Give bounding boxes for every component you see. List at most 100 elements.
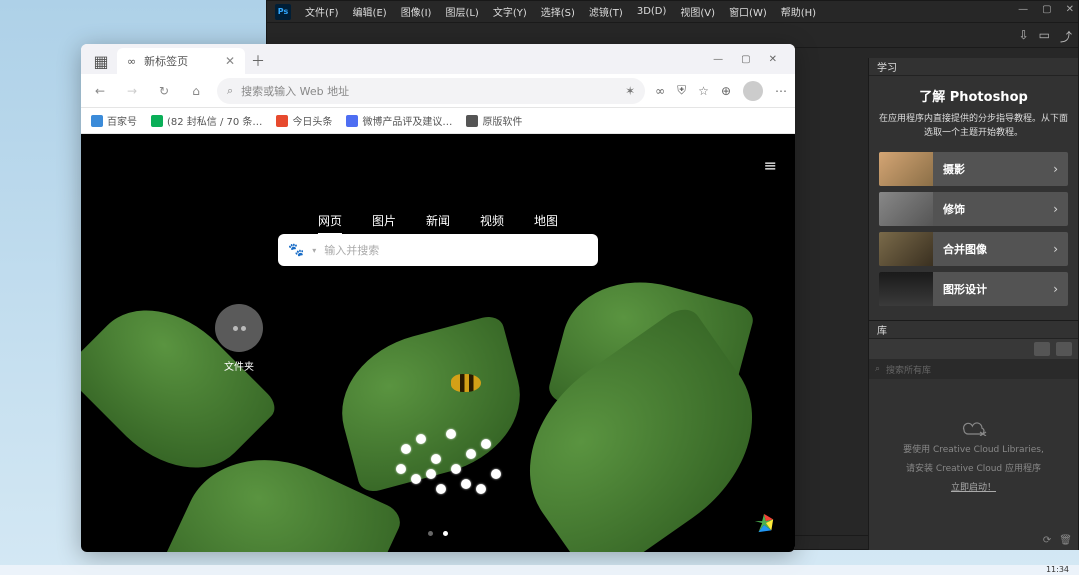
tutorial-retouch[interactable]: 修饰 › [879, 192, 1068, 226]
bookmark-item[interactable]: (82 封私信 / 70 条… [151, 113, 262, 128]
profile-avatar[interactable] [743, 81, 763, 101]
folder-icon [215, 304, 263, 352]
libraries-empty-state: 要使用 Creative Cloud Libraries, 请安装 Creati… [869, 379, 1078, 529]
menu-filter[interactable]: 滤镜(T) [589, 4, 623, 19]
learn-panel-body: 了解 Photoshop 在应用程序内直接提供的分步指导教程。从下面选取一个主题… [869, 76, 1078, 322]
page-dot [428, 531, 433, 536]
tutorial-thumb-icon [879, 232, 933, 266]
br-close-button[interactable]: ✕ [769, 54, 777, 65]
tab-close-button[interactable]: ✕ [225, 54, 235, 68]
speed-dial-folder[interactable]: 文件夹 [215, 304, 263, 373]
libraries-search[interactable]: ⌕ 搜索所有库 [869, 359, 1078, 379]
browser-content-newtab: ≡ 网页 图片 新闻 视频 地图 🐾 ▾ 输入并搜索 文件夹 [81, 134, 795, 552]
menu-window[interactable]: 窗口(W) [729, 4, 767, 19]
reload-button[interactable]: ↻ [153, 80, 175, 102]
libraries-panel-tab[interactable]: 库 [869, 321, 1078, 339]
search-tab-news[interactable]: 新闻 [426, 212, 450, 235]
menu-file[interactable]: 文件(F) [305, 4, 339, 19]
photoshop-logo-icon: Ps [275, 4, 291, 20]
toolbar-right-icons: ∞ ⛨ ☆ ⊕ ⋯ [655, 81, 787, 101]
tutorial-graphic-design[interactable]: 图形设计 › [879, 272, 1068, 306]
favorite-icon[interactable]: ☆ [698, 84, 709, 98]
bookmark-label: (82 封私信 / 70 条… [167, 113, 262, 128]
search-category-tabs: 网页 图片 新闻 视频 地图 [318, 212, 558, 235]
search-tab-video[interactable]: 视频 [480, 212, 504, 235]
ps-minimize-button[interactable]: — [1018, 4, 1028, 15]
bee-decoration [451, 374, 481, 392]
menu-image[interactable]: 图像(I) [401, 4, 432, 19]
windows-taskbar[interactable]: 11:34 [0, 565, 1079, 575]
menu-type[interactable]: 文字(Y) [493, 4, 527, 19]
lib-launch-link[interactable]: 立即启动！ [951, 480, 996, 493]
tutorial-composite[interactable]: 合并图像 › [879, 232, 1068, 266]
menu-layer[interactable]: 图层(L) [445, 4, 478, 19]
forward-button[interactable]: → [121, 80, 143, 102]
menu-view[interactable]: 视图(V) [680, 4, 715, 19]
learn-panel-tab[interactable]: 学习 [869, 58, 1078, 76]
libraries-panel: 库 ⌕ 搜索所有库 要使用 Creative Cloud Libraries, … [869, 320, 1078, 550]
lib-view-grid-button[interactable] [1034, 342, 1050, 356]
lib-sync-icon[interactable]: ⟳ [1043, 535, 1051, 546]
shield-icon[interactable]: ⛨ [677, 83, 686, 98]
bookmark-item[interactable]: 今日头条 [276, 113, 332, 128]
baidu-paw-icon: 🐾 [288, 243, 304, 258]
menu-3d[interactable]: 3D(D) [637, 6, 667, 17]
home-button[interactable]: ⌂ [185, 80, 207, 102]
learn-title: 了解 Photoshop [879, 86, 1068, 105]
chevron-right-icon: › [1043, 202, 1068, 216]
taskbar-system-tray[interactable]: 11:34 [1046, 565, 1069, 574]
search-placeholder: 输入并搜索 [324, 242, 379, 258]
pinwheel-icon[interactable] [753, 512, 775, 534]
workspace-icon[interactable]: ▭ [1039, 28, 1050, 45]
search-tab-web[interactable]: 网页 [318, 212, 342, 235]
cloud-offline-icon [960, 416, 988, 436]
wallpaper-image [81, 264, 795, 552]
more-menu-icon[interactable]: ⋯ [775, 84, 787, 98]
taskbar-clock[interactable]: 11:34 [1046, 565, 1069, 574]
ps-close-button[interactable]: ✕ [1066, 4, 1074, 15]
tutorial-thumb-icon [879, 152, 933, 186]
tutorial-label: 合并图像 [933, 241, 1043, 257]
bookmark-item[interactable]: 原版软件 [466, 113, 522, 128]
share-icon[interactable]: ⇩ [1019, 28, 1029, 45]
new-tab-button[interactable]: ＋ [245, 48, 271, 74]
bookmark-favicon-icon [466, 115, 478, 127]
br-maximize-button[interactable]: ▢ [741, 54, 750, 65]
back-button[interactable]: ← [89, 80, 111, 102]
chevron-right-icon: › [1043, 162, 1068, 176]
bookmark-label: 今日头条 [292, 113, 332, 128]
content-menu-icon[interactable]: ≡ [764, 156, 777, 175]
page-indicator[interactable] [428, 531, 448, 536]
search-tab-map[interactable]: 地图 [534, 212, 558, 235]
browser-tab-active[interactable]: ∞ 新标签页 ✕ [117, 48, 245, 74]
menu-edit[interactable]: 编辑(E) [353, 4, 387, 19]
menu-select[interactable]: 选择(S) [541, 4, 575, 19]
bookmark-favicon-icon [276, 115, 288, 127]
search-placeholder: 搜索所有库 [886, 363, 931, 376]
address-bar[interactable]: ⌕ 搜索或输入 Web 地址 ✶ [217, 78, 645, 104]
tutorial-photography[interactable]: 摄影 › [879, 152, 1068, 186]
infinity-icon[interactable]: ∞ [655, 84, 665, 98]
tutorial-label: 摄影 [933, 161, 1043, 177]
lib-view-list-button[interactable] [1056, 342, 1072, 356]
browser-tabbar: ▦ ∞ 新标签页 ✕ ＋ — ▢ ✕ [81, 44, 795, 74]
bookmark-label: 原版软件 [482, 113, 522, 128]
reader-mode-icon[interactable]: ✶ [625, 84, 635, 98]
search-tab-image[interactable]: 图片 [372, 212, 396, 235]
tab-favicon-icon: ∞ [127, 55, 136, 68]
browser-window: ▦ ∞ 新标签页 ✕ ＋ — ▢ ✕ ← → ↻ ⌂ ⌕ 搜索或输入 Web 地… [81, 44, 795, 552]
bookmark-item[interactable]: 百家号 [91, 113, 137, 128]
chevron-down-icon[interactable]: ▾ [312, 246, 316, 255]
collections-icon[interactable]: ⊕ [721, 84, 731, 98]
bookmark-item[interactable]: 微博产品评及建议… [346, 113, 452, 128]
bookmark-favicon-icon [91, 115, 103, 127]
br-minimize-button[interactable]: — [713, 54, 723, 65]
newtab-search-input[interactable]: 🐾 ▾ 输入并搜索 [278, 234, 598, 266]
menu-help[interactable]: 帮助(H) [781, 4, 816, 19]
lib-trash-icon[interactable]: 🗑 [1059, 535, 1072, 546]
address-placeholder: 搜索或输入 Web 地址 [241, 83, 349, 99]
folder-label: 文件夹 [224, 358, 254, 373]
browser-app-menu-icon[interactable]: ▦ [85, 48, 117, 74]
export-icon[interactable]: ⤴ [1060, 28, 1072, 45]
ps-maximize-button[interactable]: ▢ [1042, 4, 1051, 15]
